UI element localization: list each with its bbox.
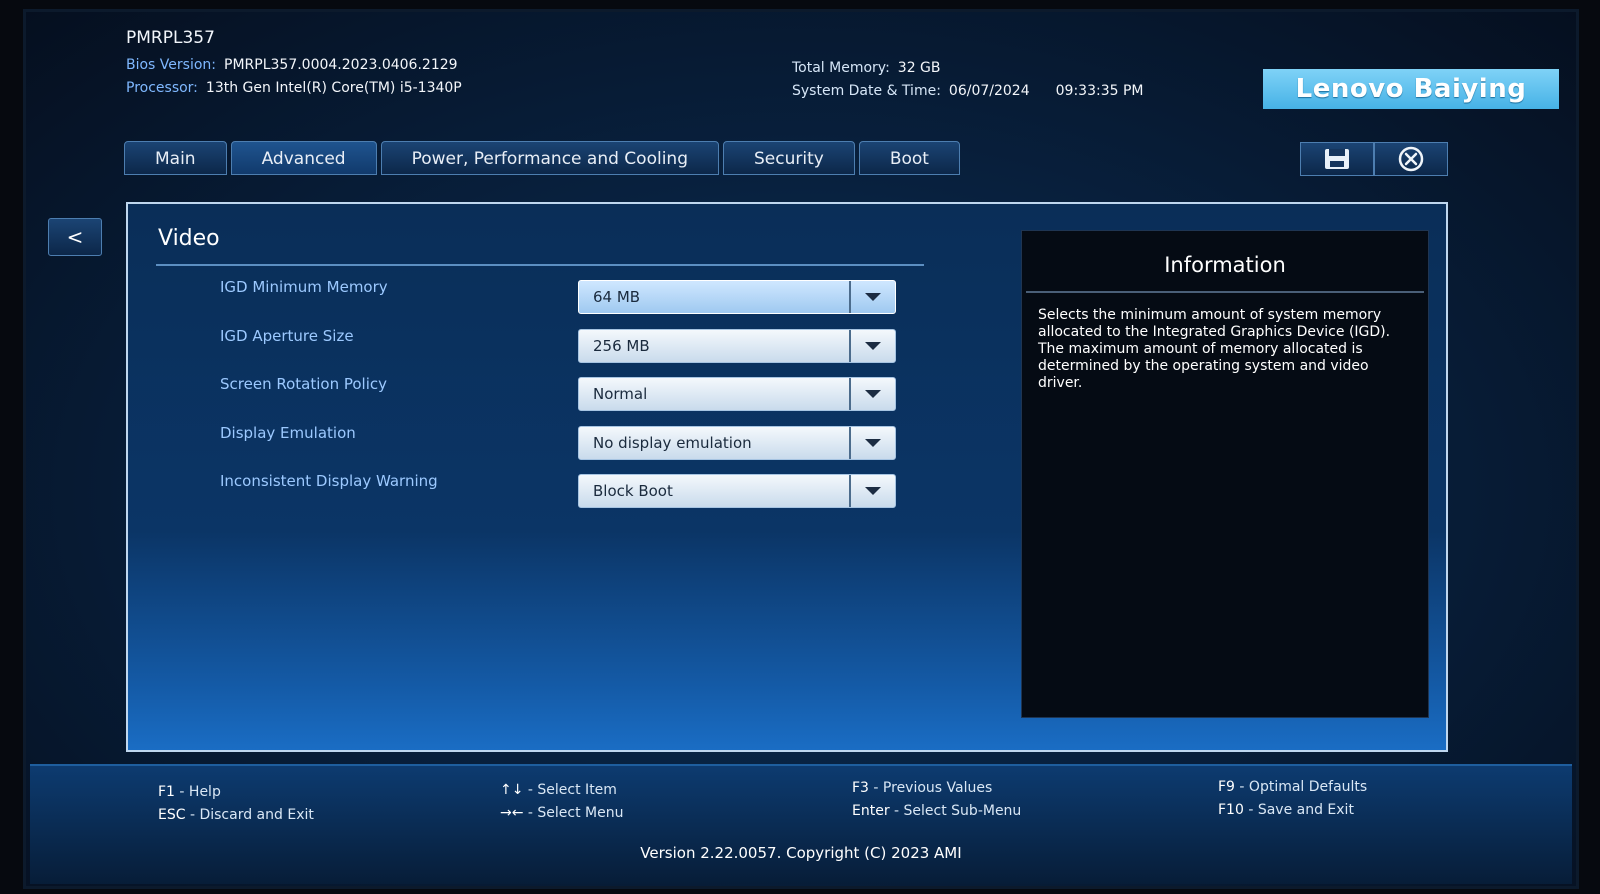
tab-bar: Main Advanced Power, Performance and Coo… bbox=[124, 141, 960, 177]
toolbar bbox=[1300, 142, 1448, 176]
bios-version-value: PMRPL357.0004.2023.0406.2129 bbox=[224, 57, 458, 73]
select-menu-hint: →← - Select Menu bbox=[500, 805, 624, 821]
tab-security[interactable]: Security bbox=[723, 141, 855, 175]
time-value: 09:33:35 PM bbox=[1055, 83, 1144, 99]
key-f3: F3 bbox=[852, 780, 869, 796]
key-f10: F10 bbox=[1218, 802, 1244, 818]
system-datetime: System Date & Time: 06/07/2024 09:33:35 PM bbox=[792, 83, 1143, 99]
lenovo-baiying-logo: Lenovo Baiying bbox=[1263, 69, 1559, 109]
processor: Processor: 13th Gen Intel(R) Core(TM) i5-… bbox=[126, 80, 462, 96]
tab-boot[interactable]: Boot bbox=[858, 141, 960, 175]
information-title: Information bbox=[1164, 253, 1286, 277]
section-title: Video bbox=[158, 226, 220, 251]
select-value: Normal bbox=[593, 385, 648, 403]
key-f9: F9 bbox=[1218, 779, 1235, 795]
processor-label: Processor: bbox=[126, 80, 198, 96]
date-value: 06/07/2024 bbox=[948, 83, 1030, 99]
bios-version: Bios Version: PMRPL357.0004.2023.0406.212… bbox=[126, 57, 458, 73]
dropdown-arrow-icon[interactable] bbox=[849, 330, 895, 362]
video-settings-panel: Video IGD Minimum Memory 64 MB IGD Apert… bbox=[126, 202, 1448, 752]
information-line: The maximum amount of memory allocated i… bbox=[1038, 341, 1369, 391]
information-divider bbox=[1026, 291, 1424, 293]
dropdown-arrow-icon[interactable] bbox=[849, 378, 895, 410]
select-value: 64 MB bbox=[593, 288, 641, 306]
dropdown-arrow-icon[interactable] bbox=[849, 427, 895, 459]
section-divider bbox=[156, 264, 924, 266]
igd-aperture-size-label: IGD Aperture Size bbox=[220, 327, 354, 345]
dropdown-arrow-icon[interactable] bbox=[849, 475, 895, 507]
footer: F1 - Help ESC - Discard and Exit ↑↓ - Se… bbox=[30, 764, 1572, 884]
save-button[interactable] bbox=[1300, 142, 1374, 176]
select-value: No display emulation bbox=[593, 434, 752, 452]
display-emulation-label: Display Emulation bbox=[220, 424, 356, 442]
total-memory-label: Total Memory: bbox=[792, 60, 890, 76]
help-hint: F1 - Help bbox=[158, 784, 221, 800]
datetime-label: System Date & Time: bbox=[792, 83, 941, 99]
optimal-defaults-hint: F9 - Optimal Defaults bbox=[1218, 779, 1368, 795]
screen-rotation-policy-label: Screen Rotation Policy bbox=[220, 375, 387, 393]
key-enter: Enter bbox=[852, 803, 890, 819]
igd-minimum-memory-select[interactable]: 64 MB bbox=[578, 280, 896, 314]
dropdown-arrow-icon[interactable] bbox=[849, 281, 895, 313]
previous-values-hint: F3 - Previous Values bbox=[852, 780, 993, 796]
display-emulation-select[interactable]: No display emulation bbox=[578, 426, 896, 460]
exit-button[interactable] bbox=[1374, 142, 1448, 176]
key-left-right: →← bbox=[500, 805, 524, 821]
bios-version-label: Bios Version: bbox=[126, 57, 217, 73]
inconsistent-display-warning-select[interactable]: Block Boot bbox=[578, 474, 896, 508]
key-f1: F1 bbox=[158, 784, 175, 800]
version-text: Version 2.22.0057. Copyright (C) 2023 AM… bbox=[640, 844, 962, 862]
save-exit-hint: F10 - Save and Exit bbox=[1218, 802, 1354, 818]
total-memory: Total Memory: 32 GB bbox=[792, 60, 941, 76]
model-name: PMRPL357 bbox=[126, 28, 215, 48]
back-button[interactable]: < bbox=[48, 218, 102, 256]
igd-aperture-size-select[interactable]: 256 MB bbox=[578, 329, 896, 363]
igd-minimum-memory-label: IGD Minimum Memory bbox=[220, 278, 388, 296]
key-esc: ESC bbox=[158, 807, 186, 823]
tab-power-performance-cooling[interactable]: Power, Performance and Cooling bbox=[380, 141, 719, 175]
bios-screen: PMRPL357 Bios Version: PMRPL357.0004.2023… bbox=[26, 12, 1576, 886]
tab-advanced[interactable]: Advanced bbox=[230, 141, 377, 175]
screen-rotation-policy-select[interactable]: Normal bbox=[578, 377, 896, 411]
tab-main[interactable]: Main bbox=[124, 141, 227, 175]
select-value: 256 MB bbox=[593, 337, 650, 355]
select-submenu-hint: Enter - Select Sub-Menu bbox=[852, 803, 1022, 819]
information-box: Information Selects the minimum amount o… bbox=[1021, 230, 1429, 718]
information-line: Selects the minimum amount of system mem… bbox=[1038, 307, 1391, 340]
circle-x-icon bbox=[1398, 146, 1424, 172]
header: PMRPL357 Bios Version: PMRPL357.0004.2023… bbox=[26, 12, 1576, 182]
processor-value: 13th Gen Intel(R) Core(TM) i5-1340P bbox=[205, 80, 462, 96]
floppy-save-icon bbox=[1325, 149, 1349, 169]
discard-exit-hint: ESC - Discard and Exit bbox=[158, 807, 314, 823]
total-memory-value: 32 GB bbox=[897, 60, 941, 76]
inconsistent-display-warning-label: Inconsistent Display Warning bbox=[220, 472, 438, 490]
information-text: Selects the minimum amount of system mem… bbox=[1038, 307, 1408, 392]
select-item-hint: ↑↓ - Select Item bbox=[500, 782, 617, 798]
select-value: Block Boot bbox=[593, 482, 673, 500]
key-up-down: ↑↓ bbox=[500, 782, 524, 798]
